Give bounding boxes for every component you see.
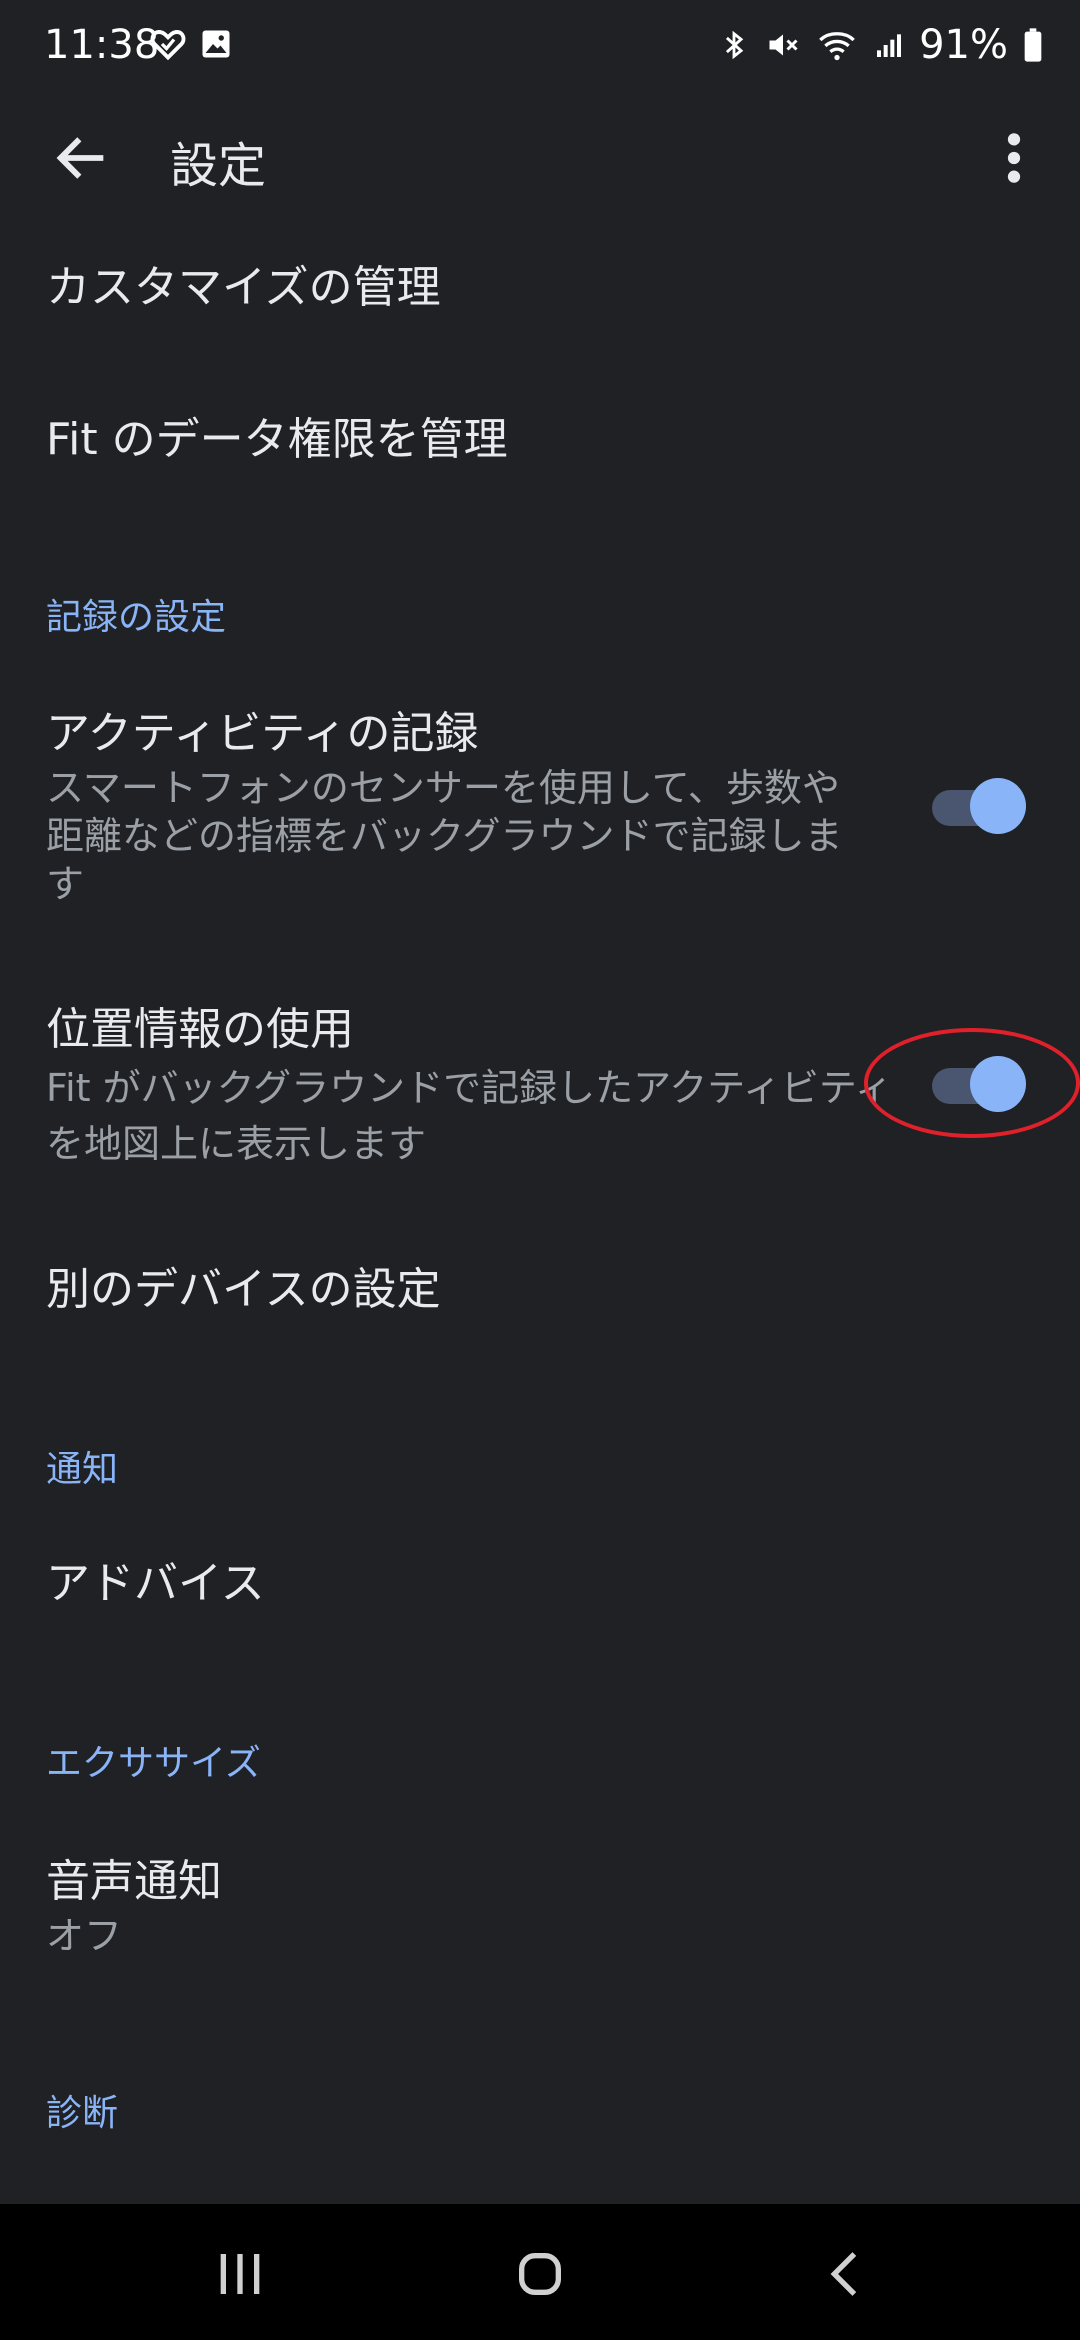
heart-icon bbox=[150, 30, 186, 61]
setting-title: 位置情報の使用 bbox=[46, 1004, 354, 1055]
setting-other-device[interactable]: 別のデバイスの設定 bbox=[46, 1260, 441, 1320]
system-back-button[interactable] bbox=[806, 2234, 886, 2314]
section-header-recording: 記録の設定 bbox=[46, 597, 227, 638]
more-options-button[interactable] bbox=[992, 126, 1036, 190]
setting-title: Fit のデータ権限を管理 bbox=[46, 414, 508, 465]
setting-title: カスタマイズの管理 bbox=[46, 262, 441, 313]
setting-voice-notification[interactable]: 音声通知 オフ bbox=[46, 1852, 222, 1960]
setting-title: 音声通知 bbox=[46, 1856, 222, 1907]
location-toggle[interactable] bbox=[926, 1054, 1026, 1114]
page-title: 設定 bbox=[170, 138, 267, 194]
section-header-exercise: エクササイズ bbox=[46, 1743, 261, 1784]
app-bar: 設定 bbox=[0, 100, 1080, 212]
toggle-thumb bbox=[970, 778, 1026, 834]
setting-customize[interactable]: カスタマイズの管理 bbox=[46, 258, 441, 318]
arrow-back-icon bbox=[56, 137, 104, 179]
setting-data-permissions[interactable]: Fit のデータ権限を管理 bbox=[46, 410, 508, 470]
status-bar: 11:38 91% bbox=[0, 0, 1080, 100]
mute-icon bbox=[769, 34, 798, 56]
back-button[interactable] bbox=[50, 126, 114, 190]
wifi-icon bbox=[819, 32, 855, 61]
recent-apps-button[interactable] bbox=[200, 2234, 280, 2314]
back-icon bbox=[830, 2252, 857, 2296]
bluetooth-icon bbox=[726, 30, 744, 60]
setting-title: アクティビティの記録 bbox=[46, 708, 479, 759]
signal-icon bbox=[877, 34, 902, 57]
home-icon bbox=[519, 2253, 561, 2295]
battery-icon bbox=[1024, 28, 1042, 62]
system-nav-bar bbox=[0, 2204, 1080, 2340]
setting-title: アドバイス bbox=[46, 1558, 265, 1609]
setting-subtitle: スマートフォンのセンサーを使用して、歩数や距離などの指標をバックグラウンドで記録… bbox=[46, 766, 843, 906]
section-header-notifications: 通知 bbox=[46, 1449, 119, 1490]
section-header-diagnostics: 診断 bbox=[46, 2093, 119, 2134]
toggle-thumb bbox=[970, 1056, 1026, 1112]
image-icon bbox=[202, 30, 230, 58]
activity-recording-toggle[interactable] bbox=[926, 776, 1026, 836]
battery-percent: 91% bbox=[919, 22, 1008, 68]
recent-apps-icon bbox=[220, 2254, 260, 2294]
setting-subtitle: Fit がバックグラウンドで記録したアクティビティを地図上に表示します bbox=[46, 1066, 893, 1166]
setting-advice[interactable]: アドバイス bbox=[46, 1554, 265, 1614]
setting-activity-recording[interactable]: アクティビティの記録 スマートフォンのセンサーを使用して、歩数や距離などの指標を… bbox=[46, 704, 846, 908]
setting-subtitle: オフ bbox=[46, 1914, 123, 1958]
setting-location[interactable]: 位置情報の使用 Fit がバックグラウンドで記録したアクティビティを地図上に表示… bbox=[46, 1000, 906, 1172]
status-time: 11:38 bbox=[44, 22, 160, 68]
setting-title: 別のデバイスの設定 bbox=[46, 1264, 441, 1315]
home-button[interactable] bbox=[500, 2234, 580, 2314]
more-vert-icon bbox=[1007, 133, 1021, 183]
